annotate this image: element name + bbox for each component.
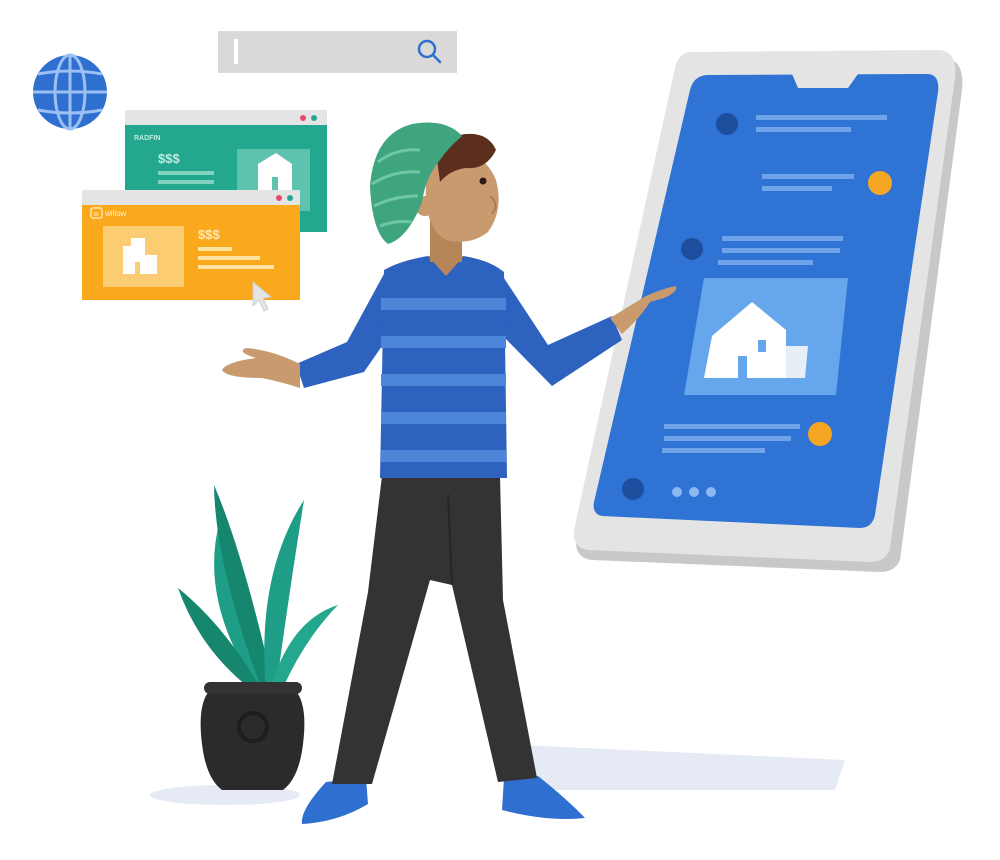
chat-avatar bbox=[681, 238, 703, 260]
person-eye bbox=[479, 177, 487, 185]
sweater-stripe bbox=[381, 450, 506, 462]
chat-line bbox=[762, 174, 854, 179]
text-line bbox=[198, 247, 232, 251]
window-dot-red bbox=[276, 195, 282, 201]
chat-line bbox=[722, 248, 840, 253]
window-titlebar bbox=[82, 190, 300, 205]
window-dot-red bbox=[300, 115, 306, 121]
sweater-stripe bbox=[381, 298, 506, 310]
chat-avatar-accent bbox=[868, 171, 892, 195]
window-dot-green bbox=[287, 195, 293, 201]
chat-avatar-accent bbox=[808, 422, 832, 446]
chat-line bbox=[722, 236, 843, 241]
text-line bbox=[198, 265, 274, 269]
phone-notch bbox=[792, 74, 858, 88]
chat-line bbox=[762, 186, 832, 191]
window-dot-green bbox=[311, 115, 317, 121]
chat-avatar bbox=[716, 113, 738, 135]
chat-line bbox=[664, 424, 800, 429]
potted-plant bbox=[178, 485, 338, 790]
sweater-stripe bbox=[381, 336, 506, 348]
globe-icon bbox=[33, 53, 107, 131]
pot-rim bbox=[204, 682, 302, 694]
browser-window-front[interactable]: w willow $$$ bbox=[82, 190, 300, 300]
brand-label: RADFIN bbox=[134, 135, 160, 142]
price-label: $$$ bbox=[158, 151, 180, 166]
chat-line bbox=[756, 127, 851, 132]
chat-line bbox=[664, 436, 791, 441]
sweater-stripe bbox=[381, 374, 506, 386]
text-caret bbox=[234, 39, 238, 64]
willow-logo-mark: w bbox=[93, 211, 100, 218]
window-titlebar bbox=[125, 110, 327, 125]
chat-line bbox=[718, 260, 813, 265]
chat-line bbox=[756, 115, 887, 120]
chat-line bbox=[662, 448, 765, 453]
text-line bbox=[158, 171, 214, 175]
chat-avatar bbox=[622, 478, 644, 500]
text-line bbox=[198, 256, 260, 260]
price-label: $$$ bbox=[198, 227, 220, 242]
search-bar[interactable] bbox=[218, 31, 457, 73]
plant-leaves bbox=[178, 485, 338, 690]
text-line bbox=[158, 180, 214, 184]
person-pants bbox=[332, 476, 537, 784]
person-sweater bbox=[380, 254, 507, 478]
sweater-stripe bbox=[381, 412, 506, 424]
illustration-scene: RADFIN $$$ w willow $$$ bbox=[33, 31, 963, 824]
brand-label: willow bbox=[104, 209, 127, 218]
person-hand-left bbox=[222, 348, 300, 388]
typing-indicator bbox=[672, 487, 716, 497]
